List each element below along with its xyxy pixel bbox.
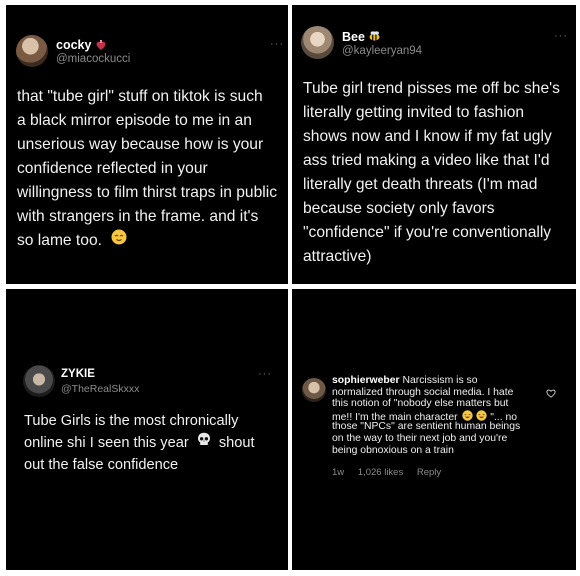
user-handle[interactable]: @TheRealSkxxx [61,383,139,395]
username[interactable]: sophierweber [332,375,400,386]
skull-icon [197,432,211,454]
avatar[interactable] [16,35,48,67]
reply-button[interactable]: Reply [417,467,441,478]
more-options-button[interactable]: ··· [270,38,284,50]
tweet-text: Tube Girls is the most chronically onlin… [24,413,255,473]
anatomical-heart-icon [96,40,106,50]
username[interactable]: ZYKIE [61,368,95,380]
avatar[interactable] [301,26,334,59]
username[interactable]: Bee [342,30,365,44]
username[interactable]: cocky [56,38,91,52]
avatar[interactable] [23,365,55,397]
avatar[interactable] [302,378,326,402]
more-options-button[interactable]: ··· [258,368,272,380]
heart-outline-icon[interactable] [546,385,556,403]
more-options-button[interactable]: ··· [554,30,568,42]
relieved-face-icon [111,229,127,253]
user-handle[interactable]: @kayleeryan94 [342,45,422,57]
comment-age: 1w [332,467,345,478]
likes-count[interactable]: 1,026 likes [358,467,403,478]
comment-text: sophierweber Narcissism is so normalized… [332,375,521,456]
tweet-card-zykie: ZYKIE @TheRealSkxxx ··· Tube Girls is th… [6,289,288,570]
comment-meta: 1w 1,026 likes Reply [332,467,452,478]
tweet-card-bee: Bee @kayleeryan94 ··· Tube girl trend pi… [292,5,576,284]
comment-card-sophierweber: sophierweber Narcissism is so normalized… [292,289,576,570]
tweet-text: that "tube girl" stuff on tiktok is such… [17,85,277,253]
tweet-text: Tube girl trend pisses me off bc she's l… [303,80,560,265]
tweet-card-cocky: cocky @miacockucci ··· that "tube girl" … [6,5,288,284]
user-handle[interactable]: @miacockucci [56,53,130,65]
